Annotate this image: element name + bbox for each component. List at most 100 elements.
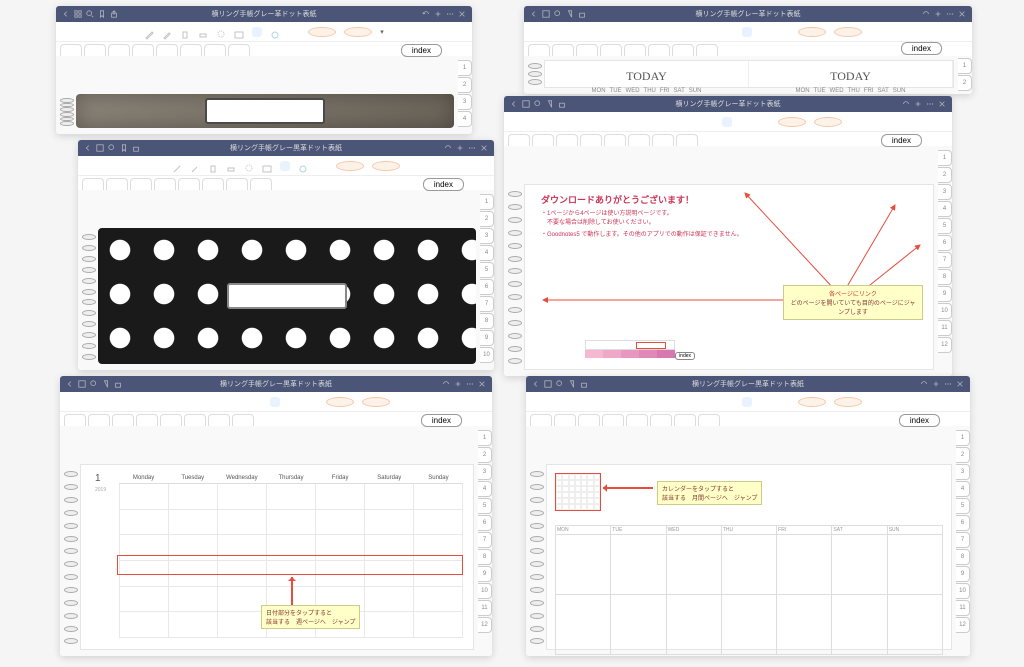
share-icon[interactable] bbox=[578, 10, 586, 18]
pencil-icon[interactable] bbox=[162, 27, 172, 37]
image-icon[interactable] bbox=[262, 161, 272, 171]
notebook-tab[interactable] bbox=[84, 44, 106, 56]
notebook-tab[interactable] bbox=[180, 44, 202, 56]
shape-icon[interactable] bbox=[298, 161, 308, 171]
highlighter-icon[interactable] bbox=[208, 161, 218, 171]
notebook-tab[interactable] bbox=[60, 44, 82, 56]
bookmark-icon[interactable] bbox=[102, 380, 110, 388]
add-icon[interactable] bbox=[932, 380, 940, 388]
back-icon[interactable] bbox=[66, 380, 74, 388]
text-tool-icon[interactable]: T bbox=[252, 27, 262, 37]
index-tab[interactable]: index bbox=[421, 414, 462, 427]
color-preset[interactable] bbox=[344, 27, 372, 37]
more-icon[interactable] bbox=[466, 380, 474, 388]
share-icon[interactable] bbox=[558, 100, 566, 108]
grid-icon[interactable] bbox=[78, 380, 86, 388]
undo-icon[interactable] bbox=[444, 144, 452, 152]
back-icon[interactable] bbox=[62, 10, 70, 18]
index-tab[interactable]: index bbox=[881, 134, 922, 147]
more-icon[interactable] bbox=[944, 380, 952, 388]
share-icon[interactable] bbox=[580, 380, 588, 388]
undo-icon[interactable] bbox=[422, 10, 430, 18]
text-tool-icon[interactable] bbox=[280, 161, 290, 171]
back-icon[interactable] bbox=[532, 380, 540, 388]
lasso-icon[interactable] bbox=[234, 397, 244, 407]
color-preset[interactable] bbox=[336, 161, 364, 171]
close-icon[interactable] bbox=[478, 380, 486, 388]
index-tab[interactable]: index bbox=[899, 414, 940, 427]
add-icon[interactable] bbox=[454, 380, 462, 388]
grid-icon[interactable] bbox=[542, 10, 550, 18]
pen-icon[interactable] bbox=[162, 397, 172, 407]
text-tool-icon[interactable] bbox=[270, 397, 280, 407]
search-icon[interactable] bbox=[556, 380, 564, 388]
grid-icon[interactable] bbox=[74, 10, 82, 18]
close-icon[interactable] bbox=[938, 100, 946, 108]
bookmark-icon[interactable] bbox=[98, 10, 106, 18]
index-tab[interactable]: index bbox=[401, 44, 442, 57]
index-tab[interactable]: index bbox=[423, 178, 464, 191]
side-tab[interactable]: 4 bbox=[458, 111, 472, 127]
eraser-icon[interactable] bbox=[198, 27, 208, 37]
lasso-icon[interactable] bbox=[244, 161, 254, 171]
notebook-tab[interactable] bbox=[228, 44, 250, 56]
close-icon[interactable] bbox=[956, 380, 964, 388]
notebook-tab[interactable] bbox=[204, 44, 226, 56]
bookmark-icon[interactable] bbox=[120, 144, 128, 152]
image-icon[interactable] bbox=[252, 397, 262, 407]
more-icon[interactable] bbox=[926, 100, 934, 108]
side-tab[interactable]: 1 bbox=[458, 60, 472, 76]
share-icon[interactable] bbox=[110, 10, 118, 18]
bookmark-icon[interactable] bbox=[566, 10, 574, 18]
notebook-tab[interactable] bbox=[132, 44, 154, 56]
grid-icon[interactable] bbox=[544, 380, 552, 388]
undo-icon[interactable] bbox=[442, 380, 450, 388]
side-tab[interactable]: 3 bbox=[458, 94, 472, 110]
pencil-icon[interactable] bbox=[180, 397, 190, 407]
share-icon[interactable] bbox=[132, 144, 140, 152]
pen-icon[interactable] bbox=[144, 27, 154, 37]
eraser-icon[interactable] bbox=[226, 161, 236, 171]
add-icon[interactable] bbox=[434, 10, 442, 18]
undo-icon[interactable] bbox=[920, 380, 928, 388]
back-icon[interactable] bbox=[84, 144, 92, 152]
close-icon[interactable] bbox=[480, 144, 488, 152]
grid-icon[interactable] bbox=[522, 100, 530, 108]
highlighter-icon[interactable] bbox=[180, 27, 190, 37]
shape-icon[interactable] bbox=[288, 397, 298, 407]
back-icon[interactable] bbox=[530, 10, 538, 18]
lasso-icon[interactable] bbox=[216, 27, 226, 37]
back-icon[interactable] bbox=[510, 100, 518, 108]
undo-icon[interactable] bbox=[902, 100, 910, 108]
more-icon[interactable] bbox=[468, 144, 476, 152]
search-icon[interactable] bbox=[108, 144, 116, 152]
bookmark-icon[interactable] bbox=[568, 380, 576, 388]
style-dropdown[interactable]: ▾ bbox=[380, 28, 384, 36]
close-icon[interactable] bbox=[458, 10, 466, 18]
add-icon[interactable] bbox=[914, 100, 922, 108]
pen-icon[interactable] bbox=[172, 161, 182, 171]
undo-icon[interactable] bbox=[922, 10, 930, 18]
more-icon[interactable] bbox=[946, 10, 954, 18]
notebook-tab[interactable] bbox=[156, 44, 178, 56]
grid-icon[interactable] bbox=[96, 144, 104, 152]
search-icon[interactable] bbox=[90, 380, 98, 388]
share-icon[interactable] bbox=[114, 380, 122, 388]
index-tab[interactable]: index bbox=[901, 42, 942, 55]
weekly-grid[interactable]: MONTUEWEDTHUFRISATSUN bbox=[555, 525, 943, 655]
shape-icon[interactable] bbox=[270, 27, 280, 37]
color-preset[interactable] bbox=[372, 161, 400, 171]
add-icon[interactable] bbox=[934, 10, 942, 18]
color-preset[interactable] bbox=[308, 27, 336, 37]
search-icon[interactable] bbox=[554, 10, 562, 18]
pencil-icon[interactable] bbox=[190, 161, 200, 171]
eraser-icon[interactable] bbox=[216, 397, 226, 407]
add-icon[interactable] bbox=[456, 144, 464, 152]
close-icon[interactable] bbox=[958, 10, 966, 18]
search-icon[interactable] bbox=[534, 100, 542, 108]
notebook-tab[interactable] bbox=[108, 44, 130, 56]
side-tab[interactable]: 2 bbox=[458, 77, 472, 93]
mini-calendar[interactable] bbox=[555, 473, 601, 511]
search-icon[interactable] bbox=[86, 10, 94, 18]
bookmark-icon[interactable] bbox=[546, 100, 554, 108]
